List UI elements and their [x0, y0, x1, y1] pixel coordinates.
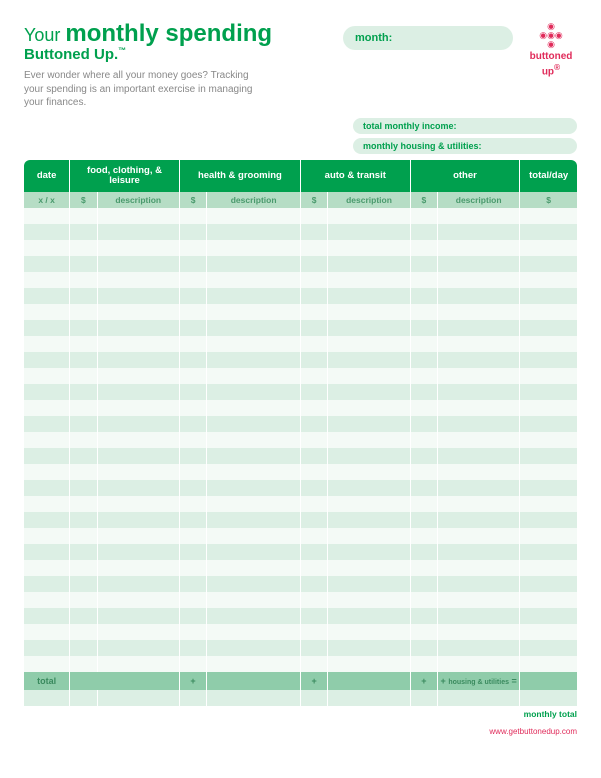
sub-desc: description: [207, 192, 301, 208]
plus-icon: +: [410, 672, 437, 690]
table-body: [24, 208, 577, 672]
sub-desc: description: [438, 192, 520, 208]
sub-desc: description: [328, 192, 410, 208]
sub-amount: $: [70, 192, 97, 208]
col-date: date: [24, 160, 70, 193]
monthly-total-label: monthly total: [24, 709, 577, 719]
table-row[interactable]: [24, 576, 577, 592]
right-header: month:: [343, 20, 513, 50]
table-row[interactable]: [24, 400, 577, 416]
table-row[interactable]: [24, 608, 577, 624]
header: Your monthly spending Buttoned Up.™ Ever…: [24, 20, 577, 110]
col-auto: auto & transit: [300, 160, 410, 193]
table-row[interactable]: [24, 640, 577, 656]
sub-date: x / x: [24, 192, 70, 208]
table-row[interactable]: [24, 368, 577, 384]
col-health: health & grooming: [179, 160, 300, 193]
table-row[interactable]: [24, 304, 577, 320]
sub-amount: $: [520, 192, 577, 208]
logo: ◉◉◉◉◉ buttoned up®: [525, 22, 577, 77]
table-row[interactable]: [24, 560, 577, 576]
plus-icon: +: [179, 672, 206, 690]
table-header: date food, clothing, & leisure health & …: [24, 160, 577, 209]
table-row[interactable]: [24, 288, 577, 304]
table-row[interactable]: [24, 240, 577, 256]
table-row[interactable]: [24, 448, 577, 464]
footer-url: www.getbuttonedup.com: [24, 727, 577, 736]
final-row[interactable]: [24, 690, 577, 706]
table-row[interactable]: [24, 272, 577, 288]
table-row[interactable]: [24, 416, 577, 432]
table-row[interactable]: [24, 432, 577, 448]
table-row[interactable]: [24, 624, 577, 640]
income-field[interactable]: total monthly income:: [353, 118, 577, 134]
table-row[interactable]: [24, 656, 577, 672]
equals-icon: =: [512, 676, 517, 686]
title-block: Your monthly spending Buttoned Up.™ Ever…: [24, 20, 331, 110]
intro-text: Ever wonder where all your money goes? T…: [24, 69, 254, 110]
sub-amount: $: [410, 192, 437, 208]
housing-field[interactable]: monthly housing & utilities:: [353, 138, 577, 154]
table-row[interactable]: [24, 352, 577, 368]
col-other: other: [410, 160, 520, 193]
summary-pills: total monthly income: monthly housing & …: [353, 118, 577, 154]
table-row[interactable]: [24, 592, 577, 608]
table-row[interactable]: [24, 464, 577, 480]
table-row[interactable]: [24, 256, 577, 272]
logo-text: buttoned up®: [525, 51, 577, 77]
col-food: food, clothing, & leisure: [70, 160, 180, 193]
col-total: total/day: [520, 160, 577, 193]
total-row: total + + + + housing & utilities =: [24, 672, 577, 690]
hu-cell: + housing & utilities =: [438, 672, 520, 690]
sub-amount: $: [179, 192, 206, 208]
table-row[interactable]: [24, 224, 577, 240]
table-row[interactable]: [24, 496, 577, 512]
month-field[interactable]: month:: [343, 26, 513, 50]
table-row[interactable]: [24, 480, 577, 496]
logo-icon: ◉◉◉◉◉: [525, 22, 577, 49]
page-subtitle: Buttoned Up.™: [24, 46, 331, 63]
spending-table: date food, clothing, & leisure health & …: [24, 160, 577, 707]
table-row[interactable]: [24, 336, 577, 352]
plus-icon: +: [300, 672, 327, 690]
sub-amount: $: [300, 192, 327, 208]
plus-icon: +: [441, 676, 446, 686]
table-row[interactable]: [24, 528, 577, 544]
sub-desc: description: [97, 192, 179, 208]
table-row[interactable]: [24, 512, 577, 528]
table-subheader: x / x $ description $ description $ desc…: [24, 192, 577, 208]
table-row[interactable]: [24, 544, 577, 560]
table-row[interactable]: [24, 320, 577, 336]
table-row[interactable]: [24, 208, 577, 224]
total-label: total: [24, 672, 70, 690]
table-row[interactable]: [24, 384, 577, 400]
page-title: Your monthly spending: [24, 20, 331, 48]
